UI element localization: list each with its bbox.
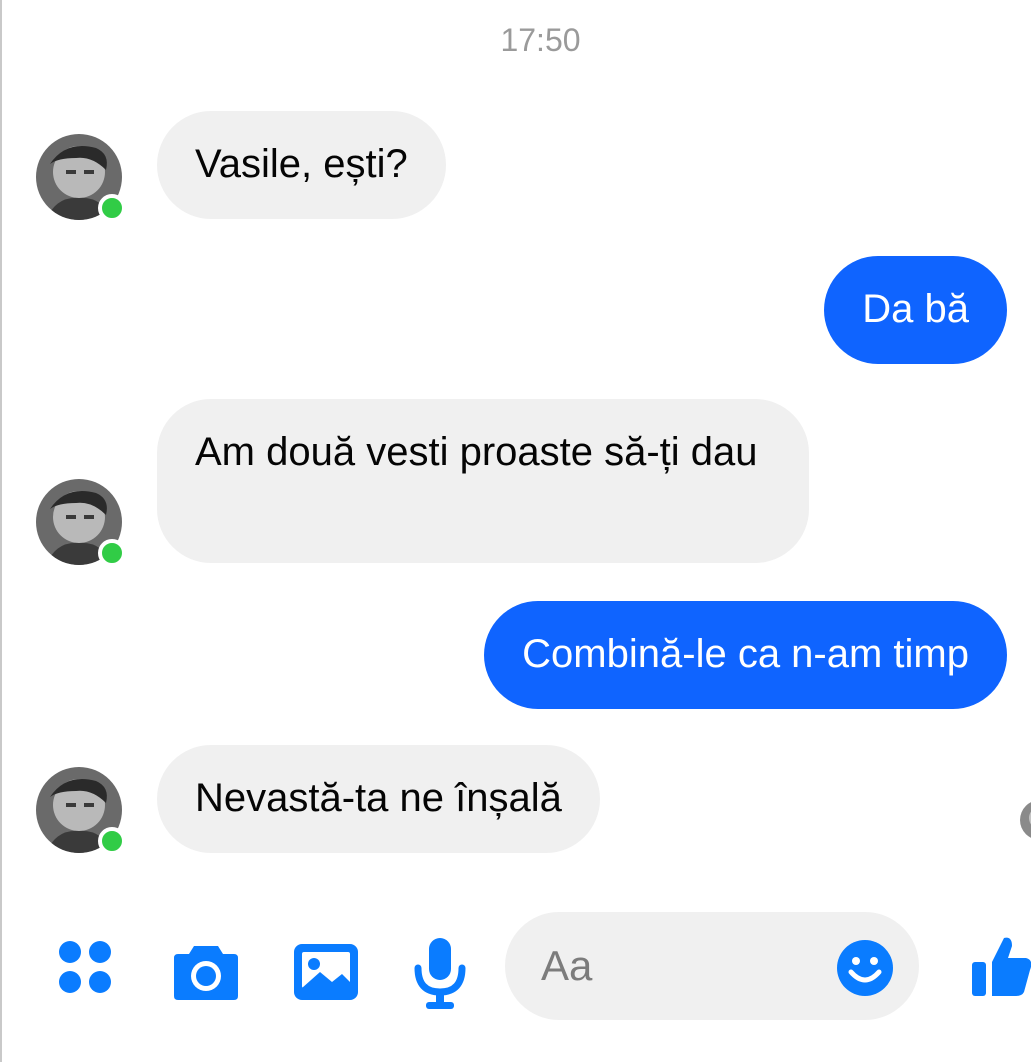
message-text: Combină-le ca n-am timp — [522, 632, 969, 676]
message-text: Da bă — [862, 287, 969, 331]
more-icon[interactable] — [52, 934, 128, 1010]
emoji-icon[interactable] — [835, 938, 895, 998]
outgoing-message[interactable]: Combină-le ca n-am timp — [484, 601, 1007, 709]
online-status-dot — [98, 194, 126, 222]
microphone-icon[interactable] — [402, 934, 478, 1010]
contact-avatar[interactable] — [36, 134, 126, 222]
incoming-message[interactable]: Am două vesti proaste să-ți dau — [157, 399, 809, 563]
contact-avatar[interactable] — [36, 767, 126, 855]
message-timestamp: 17:50 — [500, 22, 581, 58]
seen-receipt-avatar — [1020, 800, 1031, 840]
message-text: Nevastă-ta ne înșală — [195, 776, 562, 820]
online-status-dot — [98, 827, 126, 855]
message-input-placeholder: Aa — [541, 942, 593, 989]
outgoing-message[interactable]: Da bă — [824, 256, 1007, 364]
gallery-icon[interactable] — [288, 934, 364, 1010]
chat-screen: 17:50 Vasile, ești? Da bă Am două vesti … — [0, 0, 1031, 1062]
message-input[interactable]: Aa — [505, 912, 919, 1020]
message-composer: Aa — [0, 900, 1031, 1040]
message-text: Am două vesti proaste să-ți dau — [195, 430, 758, 474]
incoming-message[interactable]: Nevastă-ta ne înșală — [157, 745, 600, 853]
online-status-dot — [98, 539, 126, 567]
like-thumbs-up-icon[interactable] — [968, 932, 1031, 1002]
message-text: Vasile, ești? — [195, 142, 408, 186]
camera-icon[interactable] — [168, 934, 244, 1010]
incoming-message[interactable]: Vasile, ești? — [157, 111, 446, 219]
contact-avatar[interactable] — [36, 479, 126, 567]
